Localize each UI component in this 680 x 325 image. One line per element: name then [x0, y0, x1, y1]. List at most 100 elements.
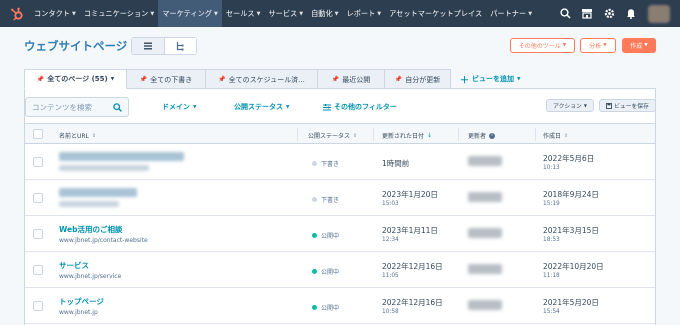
- nav-reports[interactable]: レポート ▼: [343, 0, 386, 27]
- tab-all-scheduled[interactable]: 📌 全てのスケジュール済...: [205, 69, 318, 89]
- nav-label: セールス: [225, 8, 255, 18]
- list-view-button[interactable]: [132, 38, 165, 54]
- created-date: 2021年5月20日: [543, 298, 599, 307]
- published-status-dot: [312, 233, 317, 238]
- search-icon: [113, 103, 122, 112]
- page-header: ウェブサイトページ▼ その他のツール▼ 分析▼ 作成▼: [0, 27, 680, 67]
- updated-date: 2022年12月16日: [382, 262, 443, 271]
- analytics-button[interactable]: 分析 ▼: [580, 38, 616, 53]
- tab-all-pages[interactable]: 📌 全てのページ (55) ▼: [24, 69, 127, 89]
- page-name-link[interactable]: サービス: [59, 260, 89, 271]
- info-icon: i: [489, 132, 496, 139]
- created-date: 2018年9月24日: [543, 190, 599, 199]
- nav-automation[interactable]: 自動化 ▼: [307, 0, 342, 27]
- redacted-name[interactable]: [59, 188, 137, 197]
- column-created[interactable]: 作成日 ⇕: [543, 131, 569, 141]
- table-row[interactable]: サービス www.jbnet.jp/service 公開中 2022年12月16…: [25, 252, 655, 288]
- nav-partner[interactable]: パートナー ▼: [486, 0, 536, 27]
- redacted-updater: [468, 300, 502, 310]
- more-filters-button[interactable]: その他のフィルター: [323, 102, 397, 112]
- nav-contacts[interactable]: コンタクト ▼: [30, 0, 80, 27]
- nav-service[interactable]: サービス ▼: [264, 0, 307, 27]
- nav-asset-marketplace[interactable]: アセットマーケットプレイス: [385, 0, 486, 27]
- created-time: 15:54: [543, 309, 560, 315]
- column-updater[interactable]: 更新者 i: [468, 131, 496, 140]
- notifications-icon[interactable]: [620, 0, 642, 27]
- created-date: 2022年10月20日: [543, 262, 604, 271]
- row-checkbox[interactable]: [33, 301, 43, 311]
- status-label: 下書き: [321, 197, 340, 204]
- published-status-dot: [312, 305, 317, 310]
- row-checkbox[interactable]: [33, 193, 43, 203]
- page-name-link[interactable]: Web活用のご相談: [59, 224, 122, 235]
- table-row[interactable]: Web活用のご相談 www.jbnet.jp/contact-website 公…: [25, 216, 655, 252]
- tab-label: 全ての下書き: [150, 75, 193, 84]
- status-badge: 下書き: [312, 159, 339, 168]
- pin-icon: 📌: [331, 76, 340, 83]
- chevron-down-icon: ▼: [110, 76, 115, 82]
- column-status[interactable]: 公開ステータス ⇕: [308, 131, 357, 141]
- nav-communication[interactable]: コミュニケーション ▼: [80, 0, 158, 27]
- column-updated-label: 更新された日付: [382, 133, 425, 140]
- plus-icon: ＋: [460, 75, 470, 86]
- row-checkbox[interactable]: [33, 157, 43, 167]
- nav-label: 自動化: [311, 8, 333, 18]
- table-row[interactable]: トップページ www.jbnet.jp 公開中 2022年12月16日 10:5…: [25, 288, 655, 324]
- save-icon: [606, 102, 613, 109]
- column-updated[interactable]: 更新された日付 ↓: [382, 131, 432, 140]
- tab-all-drafts[interactable]: 📌 全ての下書き: [126, 69, 206, 89]
- nav-marketing[interactable]: マーケティング ▼: [158, 0, 222, 27]
- page-title[interactable]: ウェブサイトページ▼: [24, 38, 136, 54]
- view-tabs: 📌 全てのページ (55) ▼ 📌 全ての下書き 📌 全てのスケジュール済... 📌 最近…: [24, 69, 520, 89]
- search-icon[interactable]: [554, 0, 576, 27]
- chevron-down-icon: ▼: [583, 103, 587, 108]
- sort-icon: ⇕: [91, 132, 97, 139]
- chevron-down-icon: ▼: [562, 43, 567, 48]
- tree-view-button[interactable]: [164, 38, 196, 54]
- avatar[interactable]: [648, 4, 670, 23]
- tab-updated-by-me[interactable]: 📌 自分が更新: [384, 69, 451, 89]
- sort-icon: ⇕: [564, 132, 569, 139]
- column-status-label: 公開ステータス: [308, 133, 351, 140]
- tab-recently-published[interactable]: 📌 最近公開: [317, 69, 385, 89]
- hubspot-logo-icon[interactable]: [10, 7, 24, 21]
- redacted-updater: [468, 156, 502, 166]
- row-checkbox[interactable]: [33, 265, 43, 275]
- chevron-down-icon: ▼: [150, 10, 155, 17]
- nav-label: レポート: [346, 8, 376, 18]
- redacted-name[interactable]: [59, 152, 184, 161]
- status-filter[interactable]: 公開ステータス ▼: [234, 102, 289, 112]
- search-input[interactable]: コンテンツを検索: [25, 97, 129, 117]
- chevron-down-icon: ▼: [334, 10, 339, 17]
- updated-date: 2022年12月16日: [382, 298, 443, 307]
- created-time: 18:53: [543, 237, 560, 243]
- column-divider: [373, 128, 374, 141]
- nav-label: マーケティング: [162, 8, 212, 18]
- marketplace-icon[interactable]: [576, 0, 598, 27]
- column-name-label: 名前とURL: [59, 133, 89, 140]
- pin-icon: 📌: [36, 75, 45, 83]
- table-row[interactable]: 下書き 1時間前 2022年5月6日 10:13: [25, 144, 655, 180]
- settings-icon[interactable]: [598, 0, 620, 27]
- select-all-checkbox[interactable]: [33, 129, 43, 139]
- redacted-updater: [468, 228, 502, 238]
- actions-button[interactable]: アクション ▼: [546, 99, 594, 112]
- column-name[interactable]: 名前とURL ⇕: [59, 131, 97, 141]
- other-tools-button[interactable]: その他のツール ▼: [510, 38, 575, 53]
- status-badge: 公開中: [312, 267, 339, 276]
- tab-label: 全てのスケジュール済...: [228, 75, 305, 84]
- create-button[interactable]: 作成 ▼: [622, 38, 656, 53]
- updated-time: 10:58: [382, 309, 399, 315]
- table-row[interactable]: 下書き 2023年1月20日 15:03 2018年9月24日 15:19: [25, 180, 655, 216]
- domain-filter[interactable]: ドメイン ▼: [162, 102, 196, 112]
- save-view-button[interactable]: ビューを保存: [599, 99, 656, 112]
- status-label: 公開中: [321, 269, 340, 276]
- nav-sales[interactable]: セールス ▼: [222, 0, 265, 27]
- nav-label: パートナー: [490, 8, 527, 18]
- page-name-link[interactable]: トップページ: [59, 296, 104, 307]
- column-updater-label: 更新者: [468, 133, 487, 140]
- created-time: 15:19: [543, 201, 560, 207]
- row-checkbox[interactable]: [33, 229, 43, 239]
- redacted-url: [59, 201, 119, 207]
- add-view-button[interactable]: ＋ビューを追加 ▼: [460, 69, 520, 89]
